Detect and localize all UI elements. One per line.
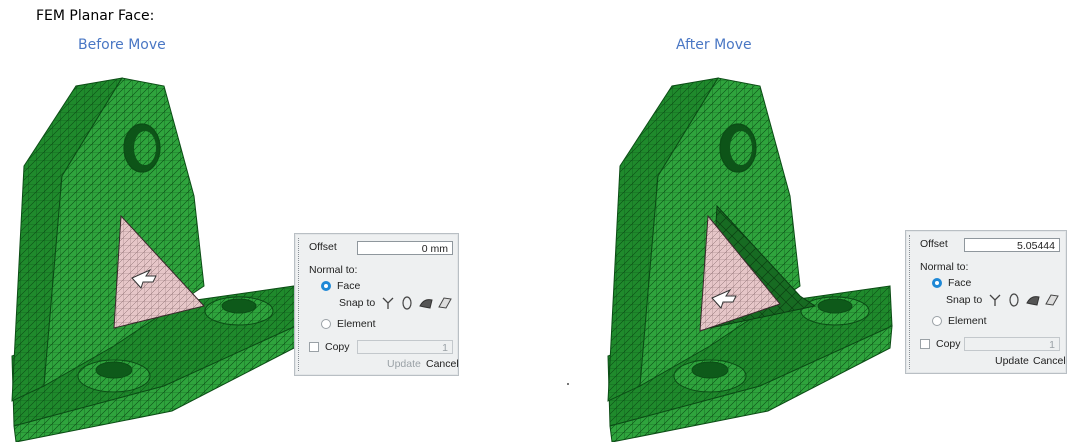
surface-icon[interactable] (419, 296, 433, 310)
face-radio-label: Face (948, 277, 972, 289)
update-button[interactable]: Update (387, 358, 421, 370)
copy-label: Copy (936, 338, 961, 350)
element-radio-label: Element (337, 318, 376, 330)
cancel-button[interactable]: Cancel (1033, 355, 1066, 367)
y-axis-icon[interactable] (988, 293, 1002, 307)
normal-to-label: Normal to: (309, 264, 358, 276)
plane-icon[interactable] (438, 296, 452, 310)
surface-icon[interactable] (1026, 293, 1040, 307)
copy-label: Copy (325, 341, 350, 353)
snap-to-label: Snap to (946, 294, 983, 306)
before-move-caption: Before Move (78, 37, 166, 53)
plane-icon[interactable] (1045, 293, 1059, 307)
offset-input[interactable]: 0 mm (357, 241, 453, 255)
model-viewport-after[interactable] (600, 56, 900, 442)
ellipse-icon[interactable] (1007, 293, 1021, 307)
element-radio[interactable] (321, 319, 331, 329)
face-radio-label: Face (337, 280, 361, 292)
move-face-panel-before: Offset 0 mm Normal to: Face Snap to Elem… (294, 233, 459, 376)
ellipse-icon[interactable] (400, 296, 414, 310)
copy-count-input[interactable]: 1 (964, 337, 1060, 351)
normal-to-label: Normal to: (920, 261, 969, 273)
section-heading: FEM Planar Face: (36, 8, 155, 24)
update-button[interactable]: Update (995, 355, 1029, 367)
snap-to-label: Snap to (339, 297, 376, 309)
face-radio[interactable] (321, 281, 331, 291)
panel-grip[interactable] (909, 235, 910, 369)
model-viewport-before[interactable] (4, 56, 304, 442)
move-face-panel-after: Offset 5.05444 Normal to: Face Snap to E… (905, 230, 1067, 374)
y-axis-icon[interactable] (381, 296, 395, 310)
element-radio[interactable] (932, 316, 942, 326)
cancel-button[interactable]: Cancel (426, 358, 459, 370)
fem-mesh-model-before (11, 77, 297, 442)
offset-label: Offset (309, 241, 337, 253)
face-radio[interactable] (932, 278, 942, 288)
copy-count-input[interactable]: 1 (357, 340, 453, 354)
panel-grip[interactable] (298, 238, 299, 371)
offset-label: Offset (920, 238, 948, 250)
after-move-caption: After Move (676, 37, 752, 53)
copy-checkbox[interactable] (309, 342, 319, 352)
stray-dot (567, 383, 569, 385)
element-radio-label: Element (948, 315, 987, 327)
fem-mesh-model-after (607, 77, 893, 442)
offset-input[interactable]: 5.05444 (964, 238, 1060, 252)
copy-checkbox[interactable] (920, 339, 930, 349)
